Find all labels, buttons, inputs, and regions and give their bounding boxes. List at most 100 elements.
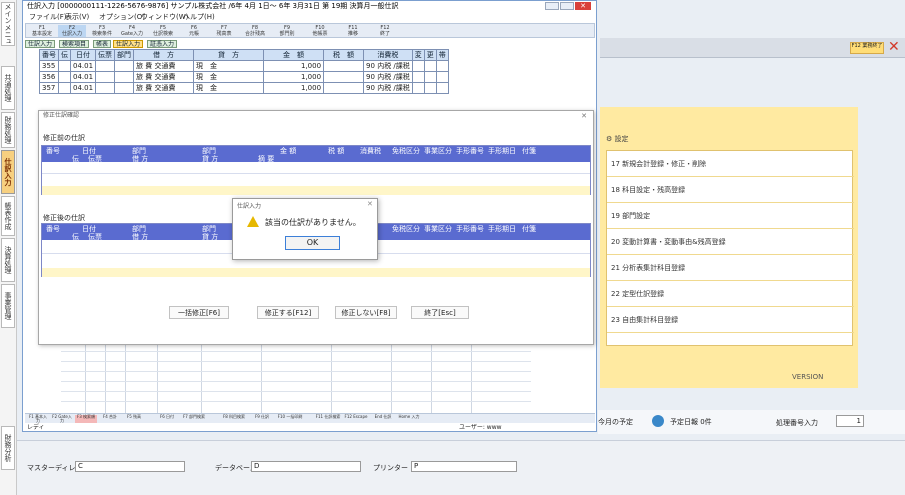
close-icon[interactable]: ✕ [367,200,373,208]
tb-f4[interactable]: F4 Gate入力 [118,25,146,37]
fkey-f10[interactable]: F10 一括印刷 [277,415,303,423]
tb-f11[interactable]: F11 推移 [338,25,368,37]
left-tab-journal[interactable]: 仕訳入力 [1,150,15,194]
exit-button[interactable]: 終了[Esc] [411,306,469,319]
printer-label: プリンター [373,464,408,472]
bh-exempt: 免税区分 [392,147,420,155]
menu-options[interactable]: オプション(O) [99,13,145,22]
tb-f9[interactable]: F9 部門別 [272,25,302,37]
minimize-icon[interactable] [545,2,559,10]
left-tab-report[interactable]: 帳表作成 [1,196,15,236]
apply-fix-button[interactable]: 修正する[F12] [257,306,319,319]
left-tab-finance[interactable]: 財務処理 [1,112,15,148]
before-grid-body[interactable] [42,162,590,186]
tb-f12[interactable]: F12 終了 [370,25,400,37]
cell-debit-sub: 交通費 [154,62,176,70]
maximize-icon[interactable] [560,2,574,10]
col-den: 伝 [58,49,71,61]
left-tab-common[interactable]: 共通処理 [1,66,15,110]
tab-report[interactable]: 帳表 [93,40,112,48]
no-fix-button[interactable]: 修正しない[F8] [335,306,397,319]
menu-item-23[interactable]: 23 自由集計科目登録 [607,307,854,333]
table-row[interactable]: 356 04.01 旅 費 交通費 現 金 1,000 90 内税 /課税 [39,71,449,83]
before-grid-footer [42,186,590,195]
tab-voucher[interactable]: 証憑入力 [147,40,178,48]
fkey-f1[interactable]: F1 基本入力 [27,415,49,423]
left-tab-strip: メインメニュー 共通処理 財務処理 仕訳入力 帳表作成 決算処理 事業管理 財務… [0,0,17,495]
left-tab-main-menu[interactable]: メインメニュー [1,2,15,46]
ok-button[interactable]: OK [285,236,340,250]
menu-item-18[interactable]: 18 科目設定・残高登録 [607,177,854,203]
fkey-f7[interactable]: F7 部門検索 [181,415,207,423]
cell-band [435,82,449,94]
entry-input[interactable]: 1 [836,415,864,427]
left-tab-business[interactable]: 事業管理 [1,284,15,328]
tb-f10[interactable]: F10 他帳票 [304,25,336,37]
col-band: 帯 [435,49,449,61]
tb-f6[interactable]: F6 元帳 [180,25,208,37]
table-row[interactable]: 357 04.01 旅 費 交通費 現 金 1,000 90 内税 /課税 [39,82,449,94]
cell-credit: 現 金 [193,60,265,72]
fkey-f5[interactable]: F5 残高 [123,415,145,423]
table-row[interactable]: 355 04.01 旅 費 交通費 現 金 1,000 90 内税 /課税 [39,60,449,72]
tab-journal[interactable]: 仕訳入力 [25,40,56,48]
cell-band [435,71,449,83]
menu-item-22[interactable]: 22 定型仕訳登録 [607,281,854,307]
cell-date: 04.01 [69,60,97,72]
master-select[interactable]: C [75,461,185,472]
schedule-bar: 今月の予定 予定日報 0件 処理番号入力 1 [598,410,905,434]
col-debit: 借 方 [133,49,195,61]
menu-window[interactable]: ウィンドウ(W) [141,13,188,22]
tab-journal-input[interactable]: 仕訳入力 [113,40,144,48]
bh-cons-tax: 消費税 [360,147,381,155]
bulk-fix-button[interactable]: 一括修正[F6] [169,306,229,319]
fkey-f11[interactable]: F11 仕訳検索 [315,415,341,423]
fkey-home[interactable]: Home 入力 [397,415,421,423]
tb-f7[interactable]: F7 残高表 [210,25,238,37]
fkey-f12[interactable]: F12 Escape [343,415,369,423]
tb-f3[interactable]: F3 検索条件 [88,25,116,37]
tb-f5[interactable]: F5 仕訳検索 [148,25,178,37]
tb-f8[interactable]: F8 合計残高 [240,25,270,37]
left-tab-analysis[interactable]: 財務分析 [1,426,15,470]
menu-item-17[interactable]: 17 新規会計登録・修正・削除 [607,151,854,177]
left-tab-settlement[interactable]: 決算処理 [1,238,15,282]
cell-debit-sub: 交通費 [154,84,176,92]
cell-date: 04.01 [69,71,97,83]
close-icon[interactable]: ✕ [888,39,900,55]
menu-item-21[interactable]: 21 分析表集計科目登録 [607,255,854,281]
menu-help[interactable]: ヘルプ(H) [183,13,215,22]
fkey-f8[interactable]: F8 科目検索 [221,415,247,423]
fkey-f2[interactable]: F2 Gate入力 [51,415,73,423]
menu-view[interactable]: 表示(V) [65,13,89,22]
exit-work-button[interactable]: F12 業務終了 [850,42,884,54]
tab-search[interactable]: 検索項目 [59,40,90,48]
ah-business: 事業区分 [424,225,452,233]
after-label: 修正後の仕訳 [43,214,85,222]
database-select[interactable]: D [251,461,361,472]
settings-menu: 17 新規会計登録・修正・削除 18 科目設定・残高登録 19 部門設定 20 … [606,150,854,346]
before-label: 修正前の仕訳 [43,134,85,142]
tb-f1[interactable]: F1 基本設定 [28,25,56,37]
fkey-f4[interactable]: F4 合計 [99,415,121,423]
cell-cons-tax: 90 内税 /課税 [363,82,413,94]
cell-debit-main: 旅 費 [136,84,153,92]
tb-f12-label: 終了 [379,31,390,37]
fkey-f6[interactable]: F6 日付 [155,415,179,423]
schedule-count[interactable]: 予定日報 0件 [670,417,712,427]
menu-file[interactable]: ファイル(F) [29,13,67,22]
toolbar: F1 基本設定 F2 仕訳入力 F3 検索条件 F4 Gate入力 F5 仕訳検索 F6 元… [25,23,595,38]
col-change1: 変 [411,49,425,61]
close-icon[interactable]: ✕ [579,112,589,120]
close-icon[interactable]: ✕ [575,2,591,10]
menu-item-19[interactable]: 19 部門設定 [607,203,854,229]
fkey-f3[interactable]: F3 検索順 [75,415,97,423]
tb-f2[interactable]: F2 仕訳入力 [58,25,86,37]
printer-select[interactable]: P [411,461,517,472]
settings-header-label: 設定 [614,135,629,143]
grid-line [61,391,531,392]
fkey-f9[interactable]: F9 仕訳 [249,415,275,423]
menu-item-20[interactable]: 20 変動計算書・変動事由&残高登録 [607,229,854,255]
fkey-end[interactable]: End 仕訳 [371,415,395,423]
cell-voucher [95,71,116,83]
